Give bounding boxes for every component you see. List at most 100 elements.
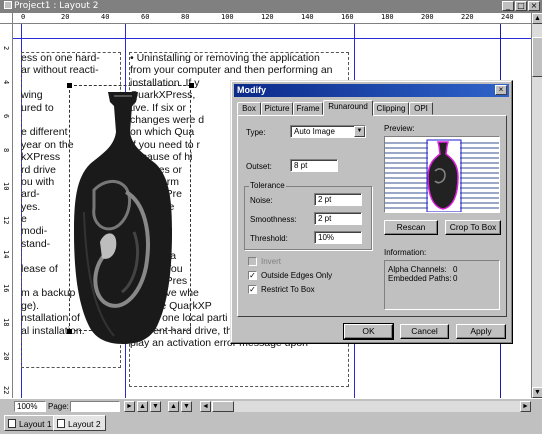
ruler-origin[interactable] <box>0 13 13 24</box>
ruler-tick-label: 4 <box>2 80 10 85</box>
smoothness-label: Smoothness: <box>250 215 297 224</box>
outside-edges-checkbox[interactable]: ✓ <box>248 271 257 280</box>
minimize-button[interactable]: _ <box>502 1 514 11</box>
ruler-tick-label: 100 <box>221 13 234 21</box>
scroll-left-button[interactable]: ◄ <box>200 401 211 412</box>
text-line: ar without reacti- <box>21 64 99 77</box>
layer-prev-button[interactable]: ▲ <box>168 401 179 412</box>
noise-label: Noise: <box>250 196 273 205</box>
restrict-label: Restrict To Box <box>261 285 315 294</box>
dialog-titlebar[interactable]: Modify × <box>234 84 509 97</box>
page-label: Page: <box>48 402 69 411</box>
rescan-button[interactable]: Rescan <box>384 220 438 235</box>
tab-clipping[interactable]: Clipping <box>373 102 409 115</box>
threshold-field[interactable]: 10% <box>314 231 362 244</box>
chevron-down-icon[interactable]: ▼ <box>354 126 365 137</box>
selection-handle[interactable] <box>67 329 72 334</box>
tab-box[interactable]: Box <box>237 102 261 115</box>
maximize-button[interactable]: □ <box>515 1 527 11</box>
ruler-tick-label: 8 <box>2 148 10 153</box>
ruler-tick-label: 14 <box>2 250 10 259</box>
invert-checkbox[interactable] <box>248 257 257 266</box>
dialog-title: Modify <box>237 85 266 95</box>
preview-label: Preview: <box>384 124 415 133</box>
selection-handle[interactable] <box>67 83 72 88</box>
ruler-tick-label: 200 <box>421 13 434 21</box>
cancel-button[interactable]: Cancel <box>400 324 449 339</box>
tab-runaround[interactable]: Runaround <box>323 100 373 116</box>
layout-icon <box>57 419 65 428</box>
ruler-tick-label: 60 <box>141 13 150 21</box>
outset-label: Outset: <box>246 162 272 171</box>
outset-field[interactable]: 8 pt <box>290 159 338 172</box>
tab-layout-1[interactable]: Layout 1 <box>4 415 57 431</box>
page-field[interactable] <box>70 401 120 412</box>
ruler-tick-label: 10 <box>2 182 10 191</box>
type-value: Auto Image <box>294 127 335 136</box>
next-page-button[interactable]: ► <box>124 401 135 412</box>
status-bar: 100% Page: ► ▲ ▼ ▲ ▼ ◄ ► <box>0 398 542 413</box>
ruler-tick-label: 6 <box>2 114 10 119</box>
ruler-tick-label: 40 <box>101 13 110 21</box>
layer-next-button[interactable]: ▼ <box>181 401 192 412</box>
runaround-panel: Type: Auto Image ▼ Outset: 8 pt Toleranc… <box>237 115 507 317</box>
text-line: ess on one hard- <box>21 52 100 64</box>
layout-icon <box>8 419 16 428</box>
selection-handle[interactable] <box>189 83 194 88</box>
ruler-tick-label: 120 <box>261 13 274 21</box>
window-title: Project1 : Layout 2 <box>14 1 99 11</box>
scroll-down-button[interactable]: ▼ <box>532 387 542 398</box>
vertical-scroll-thumb[interactable] <box>532 37 542 77</box>
scroll-right-button[interactable]: ► <box>520 401 531 412</box>
ruler-tick-label: 160 <box>341 13 354 21</box>
ruler-tick-label: 20 <box>61 13 70 21</box>
smoothness-field[interactable]: 2 pt <box>314 212 362 225</box>
horizontal-scrollbar[interactable]: ◄ ► <box>200 401 531 412</box>
ok-button[interactable]: OK <box>343 323 394 340</box>
horizontal-ruler[interactable]: 0 20 40 60 80 100 120 140 160 180 200 220 240 <box>13 13 531 24</box>
ruler-tick-label: 20 <box>2 352 10 361</box>
embedded-paths-value: 0 <box>453 274 458 283</box>
tab-picture[interactable]: Picture <box>261 102 293 115</box>
page-dropdown-button[interactable]: ▼ <box>150 401 161 412</box>
vertical-ruler[interactable]: 2 4 6 8 10 12 14 16 18 20 22 <box>0 24 13 398</box>
layout-tabs: Layout 1 Layout 2 <box>0 413 542 434</box>
vertical-scrollbar[interactable]: ▲ ▼ <box>531 13 542 398</box>
preview-image <box>385 139 499 212</box>
type-select[interactable]: Auto Image ▼ <box>290 125 366 138</box>
outside-edges-label: Outside Edges Only <box>261 271 333 280</box>
ruler-tick-label: 140 <box>301 13 314 21</box>
window-titlebar[interactable]: Project1 : Layout 2 _ □ × <box>0 0 542 13</box>
noise-field[interactable]: 2 pt <box>314 193 362 206</box>
project-icon <box>4 1 12 9</box>
close-button[interactable]: × <box>528 1 540 11</box>
horizontal-scroll-thumb[interactable] <box>212 401 234 412</box>
tab-frame[interactable]: Frame <box>293 102 323 115</box>
vase-image[interactable] <box>74 92 172 345</box>
tab-opi[interactable]: OPI <box>409 102 433 115</box>
zoom-field[interactable]: 100% <box>14 401 46 412</box>
ruler-tick-label: 220 <box>461 13 474 21</box>
ruler-tick-label: 16 <box>2 284 10 293</box>
tab-label: Layout 2 <box>68 419 101 429</box>
crop-to-box-button[interactable]: Crop To Box <box>445 220 501 235</box>
embedded-paths-label: Embedded Paths: <box>388 274 452 283</box>
modify-dialog: Modify × Box Picture Frame Runaround Cli… <box>230 80 513 344</box>
type-label: Type: <box>246 128 266 137</box>
dialog-close-button[interactable]: × <box>495 85 507 95</box>
tab-layout-2[interactable]: Layout 2 <box>53 415 106 431</box>
ruler-tick-label: 22 <box>2 386 10 395</box>
apply-button[interactable]: Apply <box>456 324 506 339</box>
information-box: Alpha Channels: 0 Embedded Paths: 0 <box>384 260 500 310</box>
tab-label: Layout 1 <box>19 419 52 429</box>
ruler-tick-label: 240 <box>501 13 514 21</box>
threshold-label: Threshold: <box>250 234 288 243</box>
scroll-up-button[interactable]: ▲ <box>532 13 542 24</box>
page-menu-button[interactable]: ▲ <box>137 401 148 412</box>
invert-label: Invert <box>261 257 282 266</box>
restrict-checkbox[interactable]: ✓ <box>248 285 257 294</box>
text-line: from your computer and then performing a… <box>130 64 333 77</box>
margin-guide-top <box>13 38 531 39</box>
ruler-tick-label: 2 <box>2 46 10 51</box>
runaround-preview <box>384 136 500 213</box>
